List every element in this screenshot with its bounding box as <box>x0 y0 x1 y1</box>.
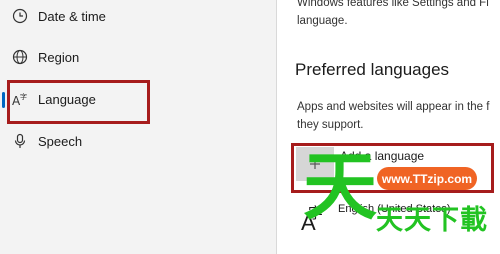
sidebar-item-label: Region <box>38 49 80 65</box>
description-line: Apps and websites will appear in the f <box>297 101 490 113</box>
clock-globe-icon <box>12 8 28 24</box>
svg-text:字: 字 <box>20 92 27 101</box>
watermark-logo-char: 天 <box>303 144 377 230</box>
description-line: language. <box>297 15 348 27</box>
sidebar-item-region[interactable]: Region <box>0 39 260 75</box>
description-line: they support. <box>297 119 364 131</box>
sidebar-item-label: Speech <box>38 133 83 149</box>
watermark-url: www.TTzip.com <box>377 167 477 190</box>
section-title: Preferred languages <box>295 60 450 79</box>
microphone-icon <box>12 133 28 149</box>
sidebar-item-date-time[interactable]: Date & time <box>0 0 260 34</box>
globe-icon <box>12 49 28 65</box>
settings-sidebar: Date & time Region A 字 Language Speech <box>0 0 276 254</box>
watermark-text: 天天下載 <box>376 205 488 236</box>
description-line: Windows features like Settings and Fi <box>297 0 489 9</box>
sidebar-item-label: Language <box>38 91 96 107</box>
sidebar-item-label: Date & time <box>38 8 106 24</box>
windows-language-description: Windows features like Settings and Fi la… <box>297 0 500 30</box>
section-description: Apps and websites will appear in the f t… <box>297 98 489 134</box>
sidebar-item-speech[interactable]: Speech <box>0 123 260 159</box>
sidebar-item-language[interactable]: A 字 Language <box>0 81 260 117</box>
language-icon: A 字 <box>12 91 28 107</box>
